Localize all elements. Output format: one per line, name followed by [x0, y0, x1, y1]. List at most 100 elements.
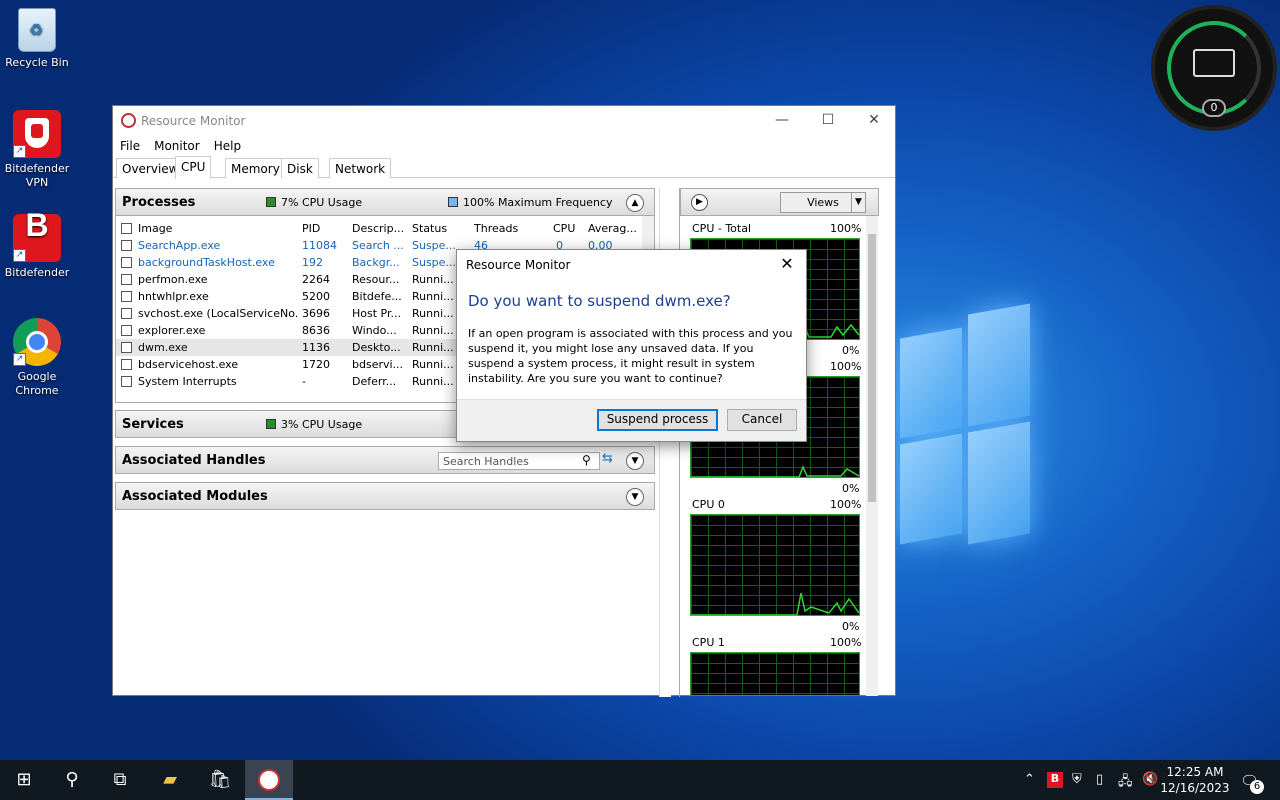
start-button[interactable]: ⊞: [0, 760, 48, 800]
col-status[interactable]: Status: [412, 222, 447, 235]
graph-min: 0%: [842, 344, 860, 357]
cell-desc: Backgr...: [352, 256, 400, 269]
cell-desc: Search ...: [352, 239, 404, 252]
select-all-checkbox[interactable]: [121, 223, 132, 234]
volume-icon[interactable]: 🔇: [1142, 772, 1158, 787]
security-widget[interactable]: 0: [1155, 9, 1273, 127]
max-frequency-text: 100% Maximum Frequency: [463, 196, 613, 209]
graph-max: 100%: [830, 360, 862, 373]
search-button[interactable]: ⚲: [48, 760, 96, 800]
dialog-title: Resource Monitor: [466, 258, 571, 272]
row-checkbox[interactable]: [121, 376, 132, 387]
tab-cpu[interactable]: CPU: [175, 156, 212, 179]
menu-monitor[interactable]: Monitor: [147, 136, 207, 153]
row-checkbox[interactable]: [121, 240, 132, 251]
col-threads[interactable]: Threads: [474, 222, 518, 235]
processes-header[interactable]: Processes 7% CPU Usage 100% Maximum Freq…: [115, 188, 655, 216]
cell-status: Suspe...: [412, 239, 456, 252]
shortcut-arrow-icon: ↗: [13, 353, 26, 366]
row-checkbox[interactable]: [121, 359, 132, 370]
resource-monitor-taskbar-button[interactable]: [245, 760, 293, 800]
cell-image: System Interrupts: [138, 375, 237, 388]
cell-desc: bdservi...: [352, 358, 404, 371]
refresh-icon[interactable]: ⇆: [602, 451, 613, 466]
row-checkbox[interactable]: [121, 342, 132, 353]
row-checkbox[interactable]: [121, 325, 132, 336]
desktop-icon-bitdefender-vpn[interactable]: ↗ Bitdefender VPN: [0, 110, 74, 190]
row-checkbox[interactable]: [121, 257, 132, 268]
processes-max-frequency: 100% Maximum Frequency: [448, 196, 612, 209]
dialog-question: Do you want to suspend dwm.exe?: [468, 292, 731, 310]
task-view-icon: ⧉: [113, 769, 127, 790]
network-icon[interactable]: 🖧: [1118, 772, 1133, 794]
cell-desc: Deferr...: [352, 375, 397, 388]
col-image[interactable]: Image: [138, 222, 172, 235]
graph-title-cpu-1: CPU 1 100%: [692, 636, 861, 649]
col-description[interactable]: Descrip...: [352, 222, 404, 235]
expand-chevron-icon[interactable]: ▼: [626, 488, 644, 506]
expand-chevron-icon[interactable]: ▼: [626, 452, 644, 470]
cell-image: perfmon.exe: [138, 273, 208, 286]
system-clock[interactable]: 12:25 AM 12/16/2023: [1160, 764, 1230, 796]
row-checkbox[interactable]: [121, 308, 132, 319]
graph-min: 0%: [842, 620, 860, 633]
title-bar[interactable]: Resource Monitor — ☐ ✕: [113, 106, 895, 136]
tab-memory[interactable]: Memory: [225, 158, 286, 178]
search-icon[interactable]: ⚲: [582, 453, 591, 467]
notification-count: 6: [1250, 780, 1264, 794]
device-icon[interactable]: ▯: [1096, 772, 1103, 787]
cell-status: Runni...: [412, 273, 454, 286]
services-cpu-usage: 3% CPU Usage: [266, 418, 362, 431]
frequency-swatch: [448, 197, 458, 207]
services-usage-text: 3% CPU Usage: [281, 418, 363, 431]
windows-start-icon: ⊞: [16, 769, 32, 790]
desktop-icon-recycle-bin[interactable]: ♻ Recycle Bin: [0, 8, 74, 70]
bitdefender-tray-icon[interactable]: B: [1047, 772, 1063, 788]
graphs-scrollbar[interactable]: [866, 216, 878, 696]
cell-pid: 1136: [302, 341, 330, 354]
close-button[interactable]: ✕: [851, 106, 897, 136]
desktop-icon-google-chrome[interactable]: ↗ Google Chrome: [0, 318, 74, 398]
security-shield-icon[interactable]: ⛨: [1072, 772, 1082, 787]
desktop-icon-label: Google Chrome: [15, 370, 59, 397]
cell-desc: Bitdefe...: [352, 290, 402, 303]
store-icon: 🛍: [208, 769, 232, 790]
row-checkbox[interactable]: [121, 274, 132, 285]
search-handles-input[interactable]: Search Handles: [438, 452, 600, 470]
expand-right-icon[interactable]: ▶: [691, 194, 708, 211]
col-average[interactable]: Averag...: [588, 222, 637, 235]
dialog-footer: Suspend process Cancel: [457, 399, 806, 441]
col-cpu[interactable]: CPU: [553, 222, 575, 235]
menu-help[interactable]: Help: [207, 136, 248, 153]
col-pid[interactable]: PID: [302, 222, 320, 235]
row-checkbox[interactable]: [121, 291, 132, 302]
menu-file[interactable]: File: [113, 136, 147, 153]
views-label: Views: [807, 196, 839, 209]
scrollbar-thumb[interactable]: [868, 234, 876, 502]
views-dropdown[interactable]: Views ▼: [780, 192, 866, 213]
minimize-button[interactable]: —: [759, 106, 805, 136]
search-icon: ⚲: [65, 769, 79, 790]
services-title: Services: [122, 417, 184, 432]
collapse-chevron-icon[interactable]: ▲: [626, 194, 644, 212]
graph-label: CPU 0: [692, 498, 725, 511]
dialog-message: If an open program is associated with th…: [468, 327, 793, 385]
cpu-1-graph: [690, 652, 860, 696]
services-usage-swatch: [266, 419, 276, 429]
tab-network[interactable]: Network: [329, 158, 392, 178]
suspend-process-button[interactable]: Suspend process: [597, 409, 718, 431]
tab-disk[interactable]: Disk: [281, 158, 319, 178]
store-button[interactable]: 🛍: [196, 760, 244, 800]
show-hidden-icons[interactable]: ⌃: [1024, 772, 1035, 787]
recycle-bin-icon: ♻: [18, 8, 56, 52]
cancel-button[interactable]: Cancel: [727, 409, 797, 431]
table-header: Image PID Descrip... Status Threads CPU …: [116, 220, 654, 237]
file-explorer-button[interactable]: ▰: [146, 760, 194, 800]
desktop-icon-bitdefender[interactable]: B ↗ Bitdefender: [0, 209, 74, 280]
resource-monitor-icon: [258, 769, 280, 791]
associated-modules-header[interactable]: Associated Modules ▼: [115, 482, 655, 510]
associated-handles-header[interactable]: Associated Handles Search Handles ⚲ ⇆ ▼: [115, 446, 655, 474]
maximize-button[interactable]: ☐: [805, 106, 851, 136]
dialog-close-button[interactable]: ✕: [774, 253, 800, 277]
task-view-button[interactable]: ⧉: [96, 760, 144, 800]
